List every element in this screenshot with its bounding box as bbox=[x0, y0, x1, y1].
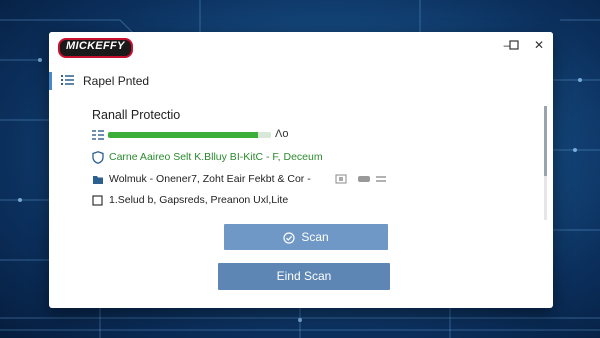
scrollbar-thumb[interactable] bbox=[544, 106, 547, 176]
progress-end-text: Λo bbox=[275, 128, 289, 140]
app-window: MICKEFFY – ✕ Rapel Pnted Ranall Protecti… bbox=[49, 32, 553, 308]
scan-button[interactable]: Scan bbox=[224, 224, 388, 250]
checkbox-icon[interactable] bbox=[92, 194, 104, 207]
end-scan-button[interactable]: Eind Scan bbox=[218, 263, 390, 290]
scan-list-icon bbox=[92, 130, 104, 140]
title-bar[interactable]: MICKEFFY – ✕ bbox=[49, 32, 553, 60]
panel-title: Ranall Protectio bbox=[92, 108, 181, 122]
scan-item-text: Wolmuk - Onener7, Zoht Eair Fekbt & Cor … bbox=[109, 173, 311, 185]
scrollbar[interactable] bbox=[544, 106, 547, 220]
scan-progress-bar bbox=[108, 132, 271, 138]
end-scan-button-label: Eind Scan bbox=[276, 269, 332, 283]
section-header[interactable]: Rapel Pnted bbox=[49, 72, 542, 90]
row-tools[interactable] bbox=[334, 172, 394, 186]
shield-icon bbox=[92, 151, 104, 164]
scan-item-text: 1.Selud b, Gapsreds, Preanon Uxl,Lite bbox=[109, 194, 289, 206]
check-circle-icon bbox=[283, 232, 295, 244]
scan-item-text: Carne Aaireo Selt K.Blluy BI-KitC - F, D… bbox=[109, 151, 323, 163]
maximize-icon[interactable] bbox=[504, 36, 524, 54]
scan-progress-fill bbox=[108, 132, 258, 138]
section-label: Rapel Pnted bbox=[83, 74, 150, 88]
row-action-icons[interactable] bbox=[334, 172, 394, 186]
close-icon[interactable]: ✕ bbox=[529, 36, 549, 54]
list-icon bbox=[61, 75, 74, 85]
scan-button-label: Scan bbox=[301, 230, 329, 244]
folder-icon bbox=[93, 176, 103, 184]
brand-logo: MICKEFFY bbox=[58, 38, 133, 58]
